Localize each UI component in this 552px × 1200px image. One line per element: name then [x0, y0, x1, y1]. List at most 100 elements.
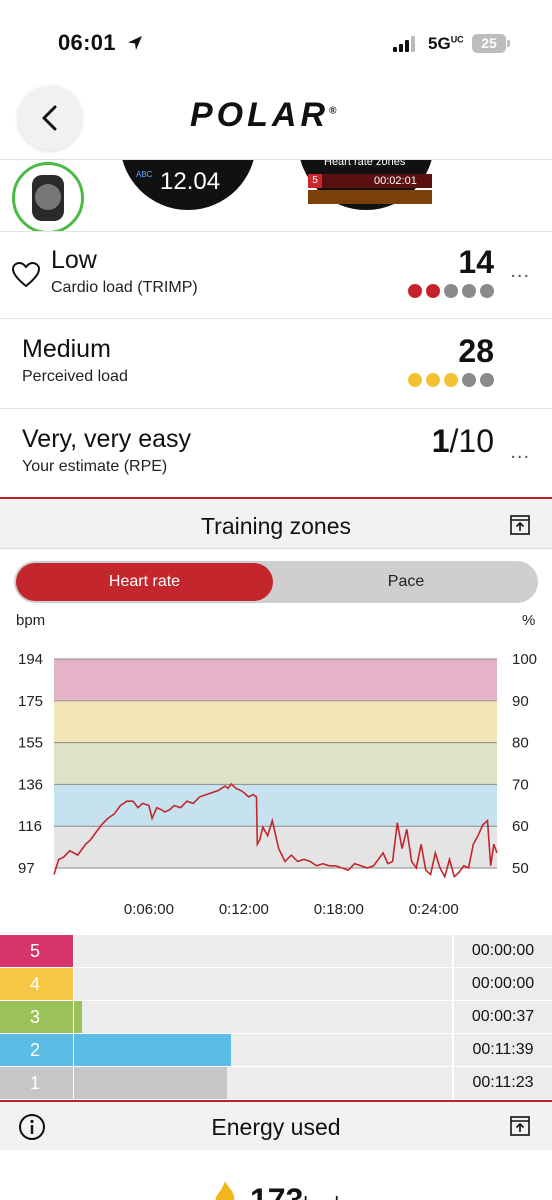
- more-options-icon[interactable]: ...: [510, 441, 530, 464]
- load-dot: [426, 284, 440, 298]
- load-dot: [408, 373, 422, 387]
- zone-row: 3 00:00:37: [0, 1001, 552, 1033]
- zone-band: [54, 659, 497, 700]
- cardio-load-row[interactable]: Low Cardio load (TRIMP) 14 ...: [0, 232, 552, 318]
- network-label: 5GUC: [428, 34, 464, 53]
- x-tick-label: 0:24:00: [409, 901, 459, 918]
- energy-used-title: Energy used: [211, 1114, 341, 1140]
- share-icon[interactable]: [510, 515, 530, 535]
- zone-number: 5: [0, 935, 73, 967]
- zone-number: 2: [0, 1034, 73, 1066]
- watch-thumbnail[interactable]: [12, 162, 84, 231]
- zone-fill: [74, 1067, 228, 1099]
- zone-row: 1 00:11:23: [0, 1067, 552, 1099]
- energy-used-header: Energy used: [0, 1100, 552, 1150]
- y-tick-label-right: 80: [512, 735, 529, 752]
- load-dot: [462, 373, 476, 387]
- y-tick-label: 136: [18, 776, 43, 793]
- rpe-level: Very, very easy: [22, 425, 192, 453]
- cardio-load-dots: [408, 284, 494, 298]
- signal-icon: [393, 36, 415, 52]
- load-dot: [426, 373, 440, 387]
- y-tick-label-right: 100: [512, 651, 537, 668]
- y-tick-label: 155: [18, 735, 43, 752]
- watch-face-time[interactable]: ABC 12.04: [120, 160, 256, 210]
- y-tick-label: 175: [18, 693, 43, 710]
- zone-band: [54, 699, 497, 744]
- y-tick-label: 97: [18, 860, 35, 877]
- chevron-left-icon: [42, 105, 57, 131]
- zone-time: 00:00:00: [453, 968, 552, 1000]
- zone-track: [74, 935, 452, 967]
- watch-face-preview: ABC 12.04 Heart rate zones 5 00:02:01: [0, 160, 552, 232]
- y-tick-label-right: 60: [512, 818, 529, 835]
- load-dot: [480, 284, 494, 298]
- rpe-label: Your estimate (RPE): [22, 458, 168, 475]
- x-tick-label: 0:06:00: [124, 901, 174, 918]
- perceived-load-dots: [408, 373, 494, 387]
- zone-fill: [74, 1001, 82, 1033]
- zone-number: 1: [0, 1067, 73, 1099]
- cardio-load-value: 14: [458, 244, 494, 280]
- watch-icon: [32, 175, 64, 221]
- zone-time: 00:00:00: [453, 935, 552, 967]
- y-axis-label: bpm: [16, 612, 45, 629]
- watch-face-time-value: 12.04: [160, 168, 221, 195]
- y-tick-label: 116: [18, 818, 42, 835]
- y-tick-label-right: 70: [512, 776, 529, 793]
- perceived-load-value: 28: [458, 333, 494, 369]
- zone-time: 00:11:39: [453, 1034, 552, 1066]
- app-header: POLAR®: [0, 70, 552, 160]
- heart-rate-chart: 194 100 175 90 155 80 136 70 116 60 97 50 bpm % 0:06:0…: [16, 612, 537, 918]
- perceived-load-level: Medium: [22, 335, 111, 363]
- load-dot: [462, 284, 476, 298]
- load-dot: [480, 373, 494, 387]
- zone-track: [74, 1034, 452, 1066]
- zone-row: 2 00:11:39: [0, 1034, 552, 1066]
- tab-heart-rate[interactable]: Heart rate: [16, 563, 273, 601]
- perceived-load-label: Perceived load: [22, 368, 128, 385]
- zone-row: 5 00:00:00: [0, 935, 552, 967]
- flame-icon: [215, 1181, 235, 1200]
- share-icon[interactable]: [510, 1116, 530, 1136]
- training-zones-header: Training zones: [0, 499, 552, 549]
- zone-fill: [74, 1034, 231, 1066]
- zone-type-toggle: Heart rate Pace: [14, 561, 538, 603]
- rpe-row[interactable]: Very, very easy Your estimate (RPE) 1/10…: [0, 409, 552, 497]
- y-tick-label-right: 90: [512, 693, 529, 710]
- zone-band: [54, 743, 497, 784]
- zone-number: 4: [0, 968, 73, 1000]
- perceived-load-row: Medium Perceived load 28: [0, 319, 552, 408]
- status-bar: 06:01 5GUC 25: [0, 0, 552, 70]
- zone-number: 3: [0, 1001, 73, 1033]
- cardio-load-level: Low: [51, 246, 97, 274]
- y-axis-label-right: %: [522, 612, 535, 629]
- load-dot: [408, 284, 422, 298]
- location-arrow-icon: [128, 36, 142, 50]
- load-dot: [444, 284, 458, 298]
- watch-face-hr-zones[interactable]: Heart rate zones 5 00:02:01: [298, 160, 434, 210]
- back-button[interactable]: [18, 86, 82, 150]
- zone-track: [74, 1001, 452, 1033]
- battery-cap: [507, 40, 510, 47]
- x-tick-label: 0:12:00: [219, 901, 269, 918]
- cardio-load-label: Cardio load (TRIMP): [51, 279, 198, 296]
- x-tick-label: 0:18:00: [314, 901, 364, 918]
- more-options-icon[interactable]: ...: [510, 260, 530, 283]
- y-tick-label: 194: [18, 651, 43, 668]
- zone-track: [74, 1067, 452, 1099]
- battery-indicator: 25: [472, 34, 506, 53]
- zone-time: 00:00:37: [453, 1001, 552, 1033]
- zone-time: 00:11:23: [453, 1067, 552, 1099]
- y-tick-label-right: 50: [512, 860, 529, 877]
- heart-icon: [12, 262, 40, 288]
- load-dot: [444, 373, 458, 387]
- tab-pace[interactable]: Pace: [274, 561, 538, 603]
- training-zones-title: Training zones: [200, 513, 351, 539]
- energy-value: 173kcal: [250, 1182, 339, 1200]
- rpe-value: 1/10: [431, 423, 494, 459]
- polar-logo: POLAR®: [190, 96, 337, 134]
- zone-row: 4 00:00:00: [0, 968, 552, 1000]
- status-time: 06:01: [58, 30, 116, 55]
- zone-track: [74, 968, 452, 1000]
